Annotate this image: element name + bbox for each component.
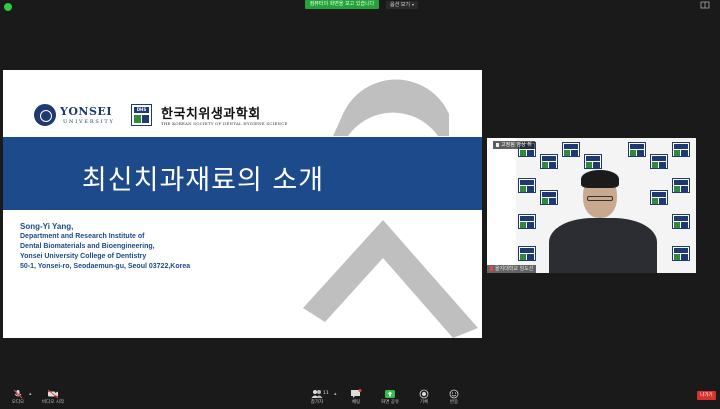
share-screen-button[interactable]: 화면 공유 [375,389,405,409]
participants-icon [311,390,323,398]
audio-options-caret-icon[interactable]: ▴ [29,391,32,397]
chevron-down-icon: ▾ [412,2,415,7]
meeting-toolbar: 오디오 ▴ 비디오 시작 참가자 11 ▴ 채팅 화면 공유 기록 반응 나가기 [0,387,720,409]
pinned-badge-label: 고정됨 영상 취 [501,142,532,148]
security-shield-icon[interactable] [4,3,12,11]
participants-caret-icon[interactable]: ▴ [334,391,337,397]
mic-muted-icon [490,266,493,271]
share-screen-icon [385,390,395,398]
record-icon [419,389,429,399]
top-bar: 컴퓨터의 화면을 보고 있습니다 옵션 보기 ▾ [0,0,720,14]
view-options-button[interactable]: 옵션 보기 ▾ [386,1,419,9]
record-button[interactable]: 기록 [409,389,439,409]
audio-label: 오디오 [11,400,25,405]
participants-count: 11 [323,391,329,396]
society-logo-text: DHS [134,107,149,113]
reactions-button[interactable]: 반응 [439,389,469,409]
speaker-glasses [587,196,613,201]
start-video-label: 비디오 시작 [41,400,65,405]
screen-share-banner[interactable]: 컴퓨터의 화면을 보고 있습니다 [305,0,379,9]
yonsei-crest-logo [34,104,56,126]
leave-button[interactable]: 나가기 [697,391,716,400]
society-logo: DHS [131,104,152,126]
reactions-label: 반응 [449,400,459,405]
chat-label: 채팅 [351,400,361,405]
author-name: Song-Yi Yang, [20,222,74,231]
participant-name-label: 을지대학교 임도선 [487,265,537,273]
share-screen-label: 화면 공유 [381,400,399,405]
view-options-label: 옵션 보기 [390,2,410,8]
author-block: Song-Yi Yang, Department and Research In… [20,222,190,272]
participant-video[interactable]: 고정됨 영상 취 을지대학교 임도선 [487,138,696,273]
video-off-icon [47,389,59,399]
university-sub: UNIVERSITY [63,119,115,125]
start-video-button[interactable]: 비디오 시작 [38,389,68,409]
reactions-icon [449,389,459,399]
record-label: 기록 [419,400,429,405]
author-address: 50-1, Yonsei-ro, Seodaemun-gu, Seoul 037… [20,263,191,270]
chat-icon [351,389,362,398]
author-dept: Department and Research Institute of [20,233,145,240]
chat-button[interactable]: 채팅 [341,389,371,409]
author-college: Yonsei University College of Dentistry [20,253,147,260]
pin-icon [496,142,499,147]
society-name: 한국치위생과학회 [161,107,261,122]
author-dept2: Dental Biomaterials and Bioengineering, [20,243,155,250]
slide-header-logos: YONSEI UNIVERSITY DHS 한국치위생과학회 THE KOREA… [3,70,333,136]
view-layout-icon[interactable] [700,1,710,9]
participants-label: 참가자 [310,400,324,405]
speaker-body [549,218,657,273]
meeting-window: 컴퓨터의 화면을 보고 있습니다 옵션 보기 ▾ YONSEI UNIVERSIT… [0,0,720,409]
shared-slide: YONSEI UNIVERSITY DHS 한국치위생과학회 THE KOREA… [3,70,482,338]
university-name: YONSEI [60,105,112,118]
pinned-badge[interactable]: 고정됨 영상 취 [493,141,535,149]
speaker-hair [581,170,619,188]
participant-name: 을지대학교 임도선 [495,266,534,272]
slide-title: 최신치과재료의 소개 [81,165,325,196]
mic-muted-icon [13,389,23,399]
society-sub: THE KOREAN SOCIETY OF DENTAL HYGIENE SCI… [161,121,288,126]
